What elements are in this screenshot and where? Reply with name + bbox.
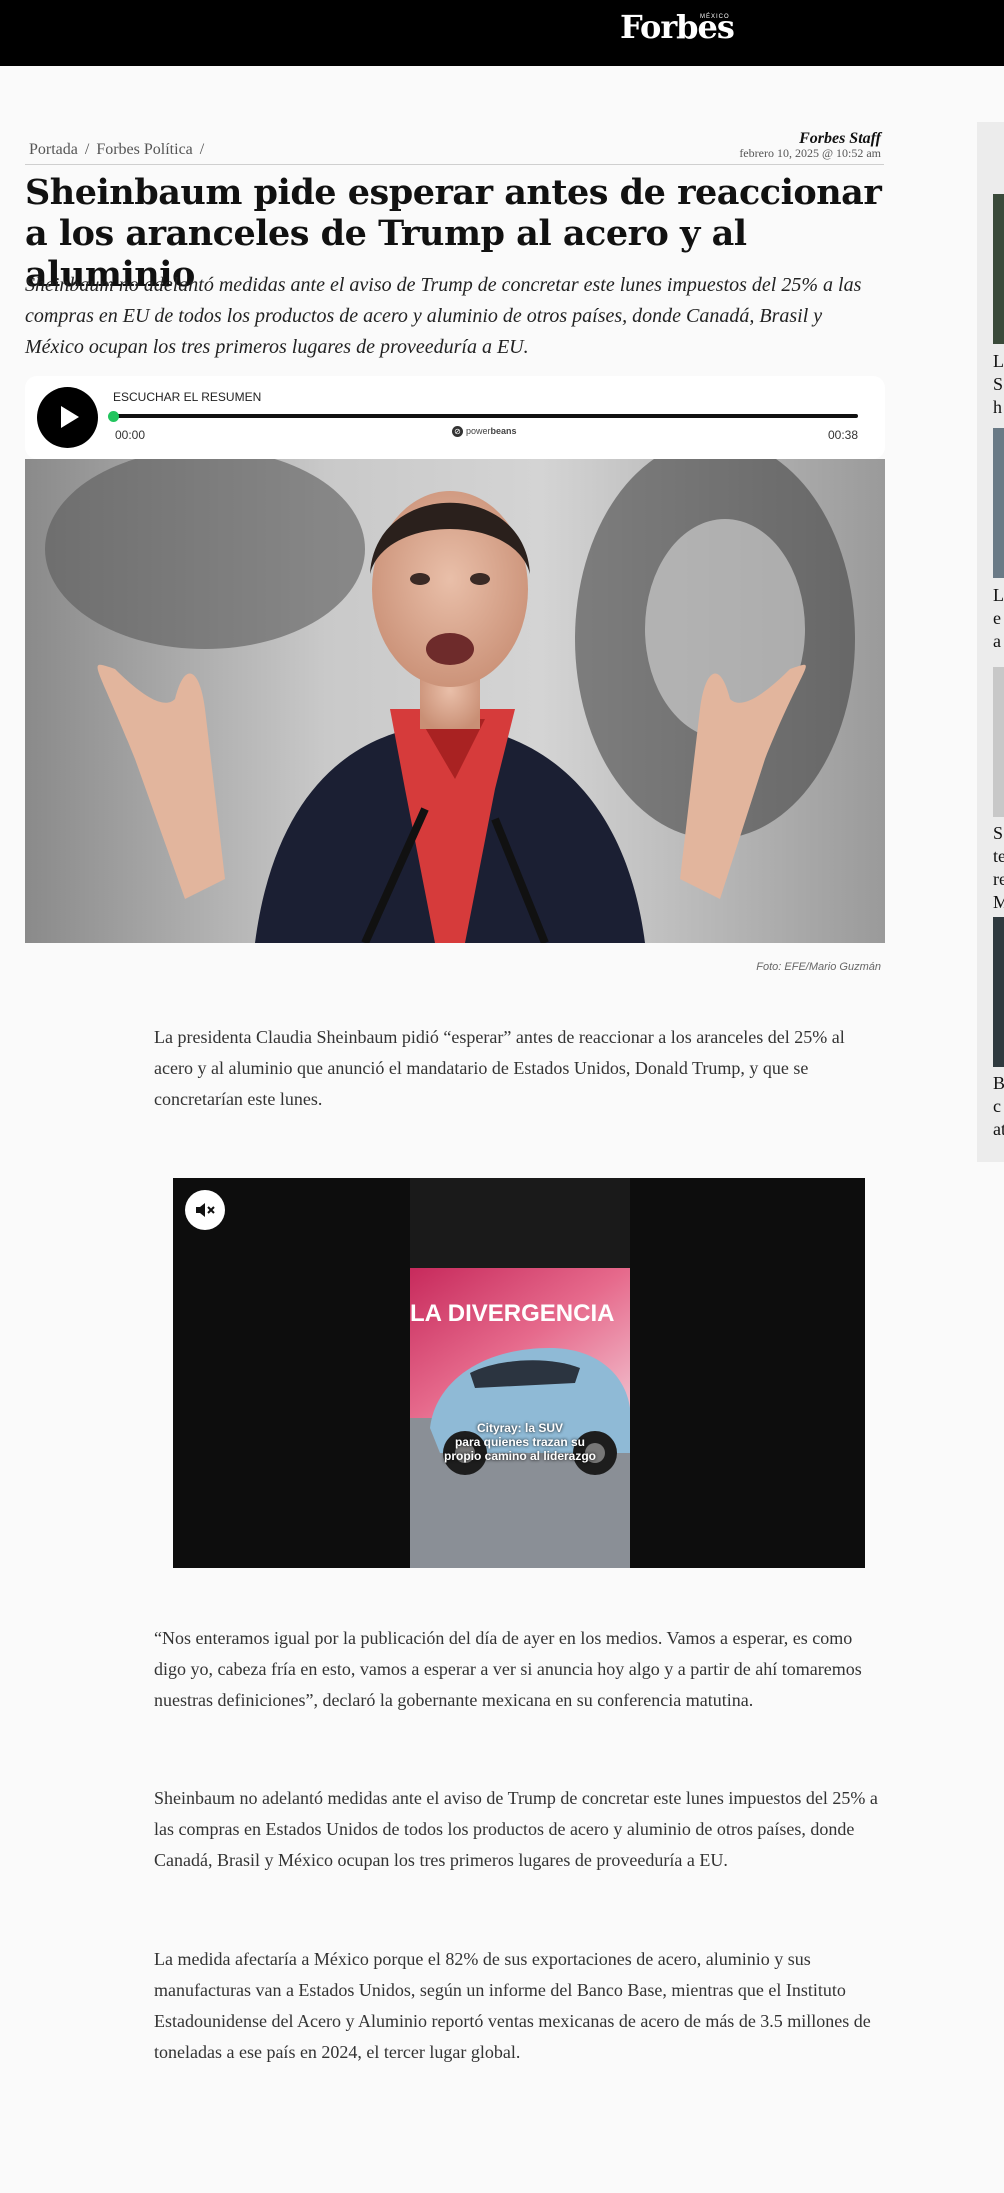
related-title-fragment: a bbox=[993, 631, 1001, 651]
breadcrumb: Portada / Forbes Política / bbox=[29, 141, 207, 159]
related-title-fragment: L bbox=[993, 585, 1004, 605]
powerbeans-brand[interactable]: ⊘ powerbeans bbox=[452, 426, 517, 438]
related-title-fragment: at bbox=[993, 1119, 1004, 1139]
photo-caption: Foto: EFE/Mario Guzmán bbox=[756, 961, 881, 973]
breadcrumb-separator: / bbox=[84, 141, 90, 158]
related-sidebar: L S h L e a S te re M B c at bbox=[977, 122, 1004, 1162]
article-paragraph: La medida afectaría a México porque el 8… bbox=[154, 1949, 871, 2062]
related-title-fragment: h bbox=[993, 397, 1002, 417]
related-thumbnail[interactable] bbox=[993, 667, 1004, 817]
speaker-muted-icon bbox=[196, 1203, 215, 1217]
related-title-fragment: B bbox=[993, 1073, 1004, 1093]
related-title-fragment: M bbox=[993, 892, 1004, 912]
video-thumbnail: LA DIVERGENCIA bbox=[410, 1178, 630, 1568]
publish-date: febrero 10, 2025 @ 10:52 am bbox=[739, 146, 881, 160]
related-thumbnail[interactable] bbox=[993, 917, 1004, 1067]
related-title-fragment: S bbox=[993, 374, 1004, 394]
audio-duration: 00:38 bbox=[827, 428, 858, 442]
audio-progress-handle[interactable] bbox=[108, 411, 119, 422]
hero-photo-illustration bbox=[25, 459, 885, 943]
article-paragraph: “Nos enteramos igual por la publicación … bbox=[154, 1628, 862, 1710]
article-dek: Sheinbaum no adelantó medidas ante el av… bbox=[25, 274, 862, 358]
top-navigation-bar: Forbes MÉXICO bbox=[0, 0, 1004, 66]
video-caption-line-3: propio camino al liderazgo bbox=[443, 1449, 597, 1463]
article-paragraph: La presidenta Claudia Sheinbaum pidió “e… bbox=[154, 1027, 845, 1109]
video-player[interactable]: LA DIVERGENCIA Cityray: la SUV para quie… bbox=[173, 1178, 865, 1568]
audio-current-time: 00:00 bbox=[115, 428, 146, 442]
play-icon bbox=[61, 406, 79, 428]
related-thumbnail[interactable] bbox=[993, 194, 1004, 344]
mute-button[interactable] bbox=[185, 1190, 225, 1230]
play-button[interactable] bbox=[37, 387, 98, 448]
breadcrumb-forbes-politica[interactable]: Forbes Política bbox=[96, 141, 192, 158]
powerbeans-bold: beans bbox=[490, 426, 517, 436]
article-meta: Portada / Forbes Política / Forbes Staff… bbox=[25, 129, 884, 165]
related-item-title[interactable]: B c at bbox=[993, 1072, 1004, 1141]
related-title-fragment: e bbox=[993, 608, 1001, 628]
related-item-title[interactable]: L e a bbox=[993, 584, 1004, 653]
hero-photo bbox=[25, 459, 885, 943]
forbes-mexico-sublabel: MÉXICO bbox=[700, 14, 730, 20]
video-frame[interactable]: LA DIVERGENCIA Cityray: la SUV para quie… bbox=[410, 1178, 630, 1568]
related-title-fragment: re bbox=[993, 869, 1004, 889]
audio-summary-player: ESCUCHAR EL RESUMEN 00:00 ⊘ powerbeans 00… bbox=[25, 376, 885, 459]
related-title-fragment: te bbox=[993, 846, 1004, 866]
video-sign-text: LA DIVERGENCIA bbox=[410, 1300, 614, 1327]
powerbeans-icon: ⊘ bbox=[452, 426, 463, 438]
related-item-title[interactable]: L S h bbox=[993, 350, 1004, 419]
video-caption-line-2: para quienes trazan su bbox=[454, 1435, 586, 1449]
related-thumbnail[interactable] bbox=[993, 428, 1004, 578]
audio-player-label: ESCUCHAR EL RESUMEN bbox=[113, 390, 262, 404]
video-caption-line-1: Cityray: la SUV bbox=[476, 1421, 564, 1435]
related-title-fragment: S bbox=[993, 823, 1004, 843]
video-caption: Cityray: la SUV para quienes trazan su p… bbox=[410, 1421, 630, 1463]
breadcrumb-separator: / bbox=[199, 141, 205, 158]
powerbeans-prefix: power bbox=[466, 426, 491, 436]
related-title-fragment: c bbox=[993, 1096, 1001, 1116]
audio-progress-track[interactable] bbox=[113, 414, 858, 418]
article-paragraph: Sheinbaum no adelantó medidas ante el av… bbox=[154, 1788, 878, 1870]
related-title-fragment: L bbox=[993, 351, 1004, 371]
breadcrumb-portada[interactable]: Portada bbox=[29, 141, 78, 158]
related-item-title[interactable]: S te re M bbox=[993, 822, 1004, 914]
